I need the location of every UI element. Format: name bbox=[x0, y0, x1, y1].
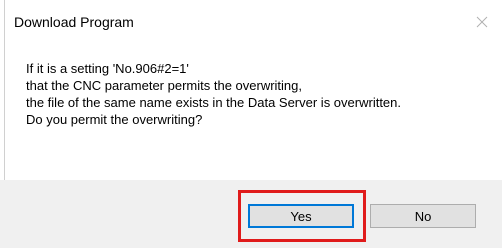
title-bar[interactable]: Download Program bbox=[0, 0, 502, 44]
dialog-message: If it is a setting 'No.906#2=1' that the… bbox=[26, 60, 496, 128]
dialog-title: Download Program bbox=[14, 14, 134, 30]
message-line: the file of the same name exists in the … bbox=[26, 95, 402, 110]
message-line: If it is a setting 'No.906#2=1' bbox=[26, 61, 189, 76]
message-line: Do you permit the overwriting? bbox=[26, 112, 203, 127]
message-line: that the CNC parameter permits the overw… bbox=[26, 78, 302, 93]
download-program-dialog: Download Program If it is a setting 'No.… bbox=[0, 0, 502, 248]
close-button[interactable] bbox=[462, 0, 502, 44]
close-icon bbox=[476, 16, 488, 28]
no-button[interactable]: No bbox=[370, 204, 476, 228]
yes-button[interactable]: Yes bbox=[248, 204, 354, 228]
